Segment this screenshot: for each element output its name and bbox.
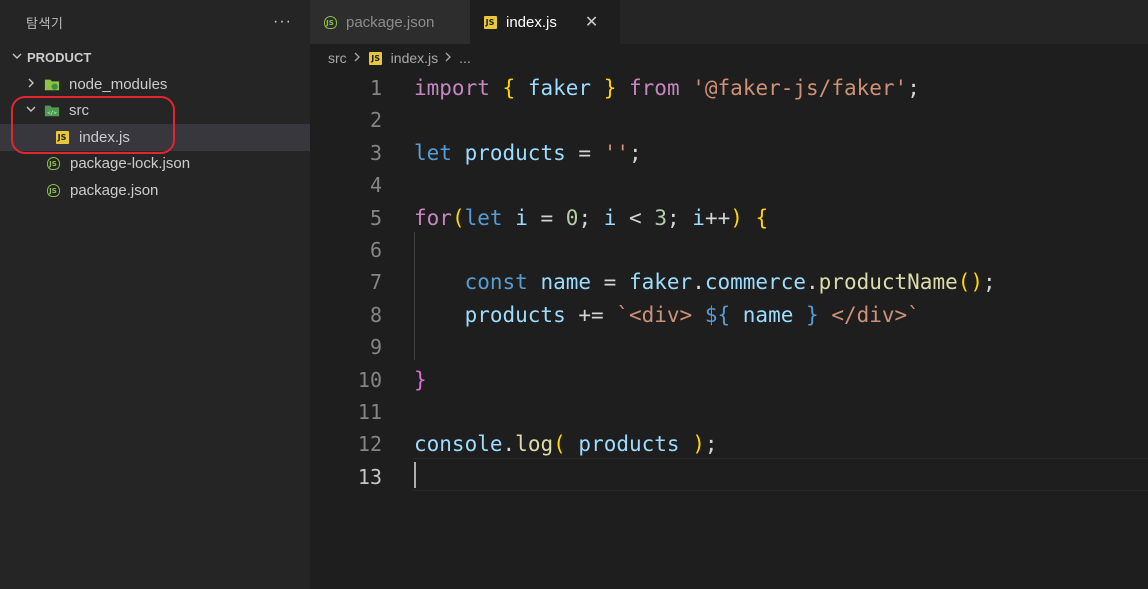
code-text: for(let i = 0; i < 3; i++) { — [414, 205, 769, 230]
tab-index-js[interactable]: JS index.js ✕ — [470, 0, 620, 44]
line-number: 10 — [357, 367, 382, 392]
file-tree: PRODUCT node_modules </> src JS index.js — [0, 44, 310, 204]
code-line[interactable]: 2 — [310, 104, 1148, 136]
code-line[interactable]: 10} — [310, 364, 1148, 396]
line-number: 7 — [369, 270, 382, 295]
code-text: const name = faker.commerce.productName(… — [464, 270, 996, 295]
node-json-icon: JS — [45, 156, 61, 172]
tree-item-src[interactable]: </> src — [0, 98, 310, 125]
chevron-right-icon — [444, 52, 453, 65]
line-number: 3 — [369, 140, 382, 165]
code-line[interactable]: 1 import { faker } from '@faker-js/faker'… — [310, 72, 1148, 104]
explorer-sidebar: 탐색기 ··· PRODUCT node_modules </> src JS … — [0, 0, 310, 589]
line-number: 8 — [369, 302, 382, 327]
line-number: 2 — [369, 108, 382, 133]
code-line[interactable]: 9 — [310, 331, 1148, 363]
tab-bar: JS package.json JS index.js ✕ — [310, 0, 1148, 44]
js-file-icon: JS — [54, 129, 70, 145]
tree-item-package-json[interactable]: JS package.json — [0, 177, 310, 204]
code-line[interactable]: 4 — [310, 169, 1148, 201]
tree-item-index-js[interactable]: JS index.js — [0, 124, 310, 151]
chevron-right-icon — [24, 77, 38, 92]
breadcrumb-file[interactable]: index.js — [391, 50, 438, 66]
code-text: import { faker } from '@faker-js/faker'; — [414, 76, 920, 100]
explorer-title: 탐색기 — [26, 15, 64, 31]
breadcrumb: src JS index.js ... — [310, 44, 1148, 72]
code-text: console.log( products ); — [414, 432, 718, 457]
chevron-right-icon — [353, 52, 362, 65]
tab-package-json[interactable]: JS package.json — [310, 0, 470, 44]
section-label: PRODUCT — [27, 50, 92, 65]
code-editor[interactable]: 1 import { faker } from '@faker-js/faker'… — [310, 72, 1148, 589]
src-folder-icon: </> — [44, 103, 60, 119]
line-number: 11 — [357, 400, 382, 424]
code-text: products += `<div> ${ name } </div>` — [464, 302, 920, 327]
chevron-down-icon — [10, 50, 24, 65]
breadcrumb-folder[interactable]: src — [328, 50, 347, 66]
code-line[interactable]: 8 products += `<div> ${ name } </div>` — [310, 299, 1148, 331]
code-line[interactable]: 12 console.log( products ); — [310, 428, 1148, 460]
node-json-icon: JS — [45, 182, 61, 198]
more-actions-icon[interactable]: ··· — [273, 13, 292, 31]
tree-item-node-modules[interactable]: node_modules — [0, 71, 310, 98]
code-line[interactable]: 6 — [310, 234, 1148, 266]
tree-item-label: src — [69, 102, 89, 120]
tree-item-label: node_modules — [69, 75, 168, 93]
node-folder-icon — [44, 76, 60, 92]
code-line[interactable]: 7 const name = faker.commerce.productNam… — [310, 266, 1148, 298]
line-number: 1 — [369, 76, 382, 100]
section-product[interactable]: PRODUCT — [0, 44, 310, 71]
tree-item-label: package.json — [70, 181, 159, 199]
code-line[interactable]: 13 — [310, 461, 1148, 493]
code-text: } — [414, 367, 427, 392]
js-file-icon: JS — [482, 14, 498, 30]
tree-item-label: index.js — [79, 128, 130, 146]
code-line[interactable]: 5 for(let i = 0; i < 3; i++) { — [310, 202, 1148, 234]
node-json-icon: JS — [322, 14, 338, 30]
svg-text:</>: </> — [47, 111, 57, 117]
chevron-down-icon — [24, 103, 38, 118]
close-icon[interactable]: ✕ — [585, 12, 598, 32]
explorer-header: 탐색기 ··· — [0, 0, 310, 44]
tree-item-package-lock-json[interactable]: JS package-lock.json — [0, 151, 310, 178]
tree-item-label: package-lock.json — [70, 155, 191, 173]
tab-label: package.json — [346, 13, 435, 31]
line-number: 5 — [369, 205, 382, 230]
line-number: 4 — [369, 173, 382, 198]
line-number: 12 — [357, 432, 382, 457]
breadcrumb-more[interactable]: ... — [459, 50, 471, 66]
code-text: let products = ''; — [414, 140, 642, 165]
line-number: 6 — [369, 238, 382, 262]
js-file-icon: JS — [368, 50, 384, 66]
line-number: 13 — [357, 464, 382, 489]
line-number: 9 — [369, 335, 382, 360]
code-line[interactable]: 3 let products = ''; — [310, 137, 1148, 169]
code-line[interactable]: 11 — [310, 396, 1148, 428]
tab-label: index.js — [506, 13, 557, 31]
